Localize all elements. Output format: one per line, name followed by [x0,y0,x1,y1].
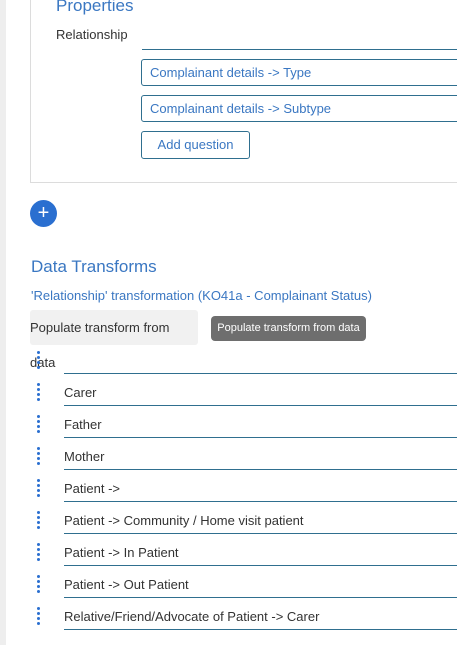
plus-icon: + [37,202,50,224]
question-field-subtype[interactable]: Complainant details -> Subtype [141,95,457,122]
transform-row[interactable]: Patient -> Out Patient [34,573,457,605]
transform-row[interactable] [34,349,457,381]
drag-handle-icon[interactable] [37,447,43,465]
drag-handle-icon[interactable] [37,575,43,593]
drag-handle-icon[interactable] [37,415,43,433]
transformation-link[interactable]: 'Relationship' transformation (KO41a - C… [31,288,372,303]
data-transforms-title: Data Transforms [31,257,157,276]
left-rail [0,0,6,645]
question-field-type[interactable]: Complainant details -> Type [141,59,457,86]
transform-row-underline [64,469,457,470]
transform-row-label: Patient -> Out Patient [64,577,189,592]
transform-row[interactable]: Patient -> In Patient [34,541,457,573]
transform-row-label: Carer [64,385,97,400]
transform-row-underline [64,597,457,598]
transform-row[interactable]: Patient -> [34,477,457,509]
drag-handle-icon[interactable] [37,511,43,529]
transform-row[interactable]: Patient -> Community / Home visit patien… [34,509,457,541]
transform-row-underline [64,373,457,374]
transform-row-label: Relative/Friend/Advocate of Patient -> C… [64,609,320,624]
transform-row-label: Patient -> Community / Home visit patien… [64,513,304,528]
add-question-button[interactable]: Add question [141,131,250,159]
transform-row-label: Patient -> [64,481,121,496]
populate-tooltip: Populate transform from data [211,316,366,341]
transform-row[interactable]: Mother [34,445,457,477]
drag-handle-icon[interactable] [37,351,43,369]
relationship-label: Relationship [56,27,128,42]
transform-row[interactable]: Father [34,413,457,445]
transform-row-label: Mother [64,449,105,464]
relationship-field-underline[interactable] [142,49,457,50]
transform-row-underline [64,533,457,534]
transform-row[interactable]: Relative/Friend/Advocate of Patient -> C… [34,605,457,637]
add-section-button[interactable]: + [30,200,57,227]
transform-row-label: Patient -> In Patient [64,545,179,560]
properties-title: Properties [56,0,134,15]
transform-row-underline [64,437,457,438]
transform-row[interactable]: Carer [34,381,457,413]
transform-row-label: Father [64,417,102,432]
drag-handle-icon[interactable] [37,479,43,497]
drag-handle-icon[interactable] [37,383,43,401]
transform-row-underline [64,565,457,566]
populate-transform-button[interactable]: Populate transform from data [30,310,198,370]
drag-handle-icon[interactable] [37,543,43,561]
transform-row-underline [64,405,457,406]
transform-row-underline [64,629,457,630]
transform-row-underline [64,501,457,502]
drag-handle-icon[interactable] [37,607,43,625]
